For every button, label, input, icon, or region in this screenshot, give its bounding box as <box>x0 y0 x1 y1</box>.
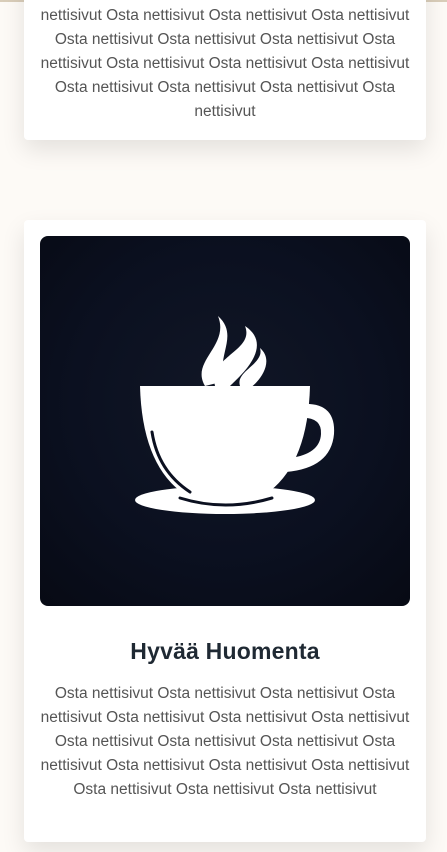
coffee-cup-icon <box>135 316 335 514</box>
card-description: nettisivut Osta nettisivut Osta nettisiv… <box>40 7 410 120</box>
content-card-previous: nettisivut Osta nettisivut Osta nettisiv… <box>24 0 426 140</box>
card-title: Hyvää Huomenta <box>130 638 320 664</box>
card-description: Osta nettisivut Osta nettisivut Osta net… <box>40 685 410 798</box>
content-card: Hyvää Huomenta Osta nettisivut Osta nett… <box>24 220 426 842</box>
card-image <box>40 236 410 606</box>
